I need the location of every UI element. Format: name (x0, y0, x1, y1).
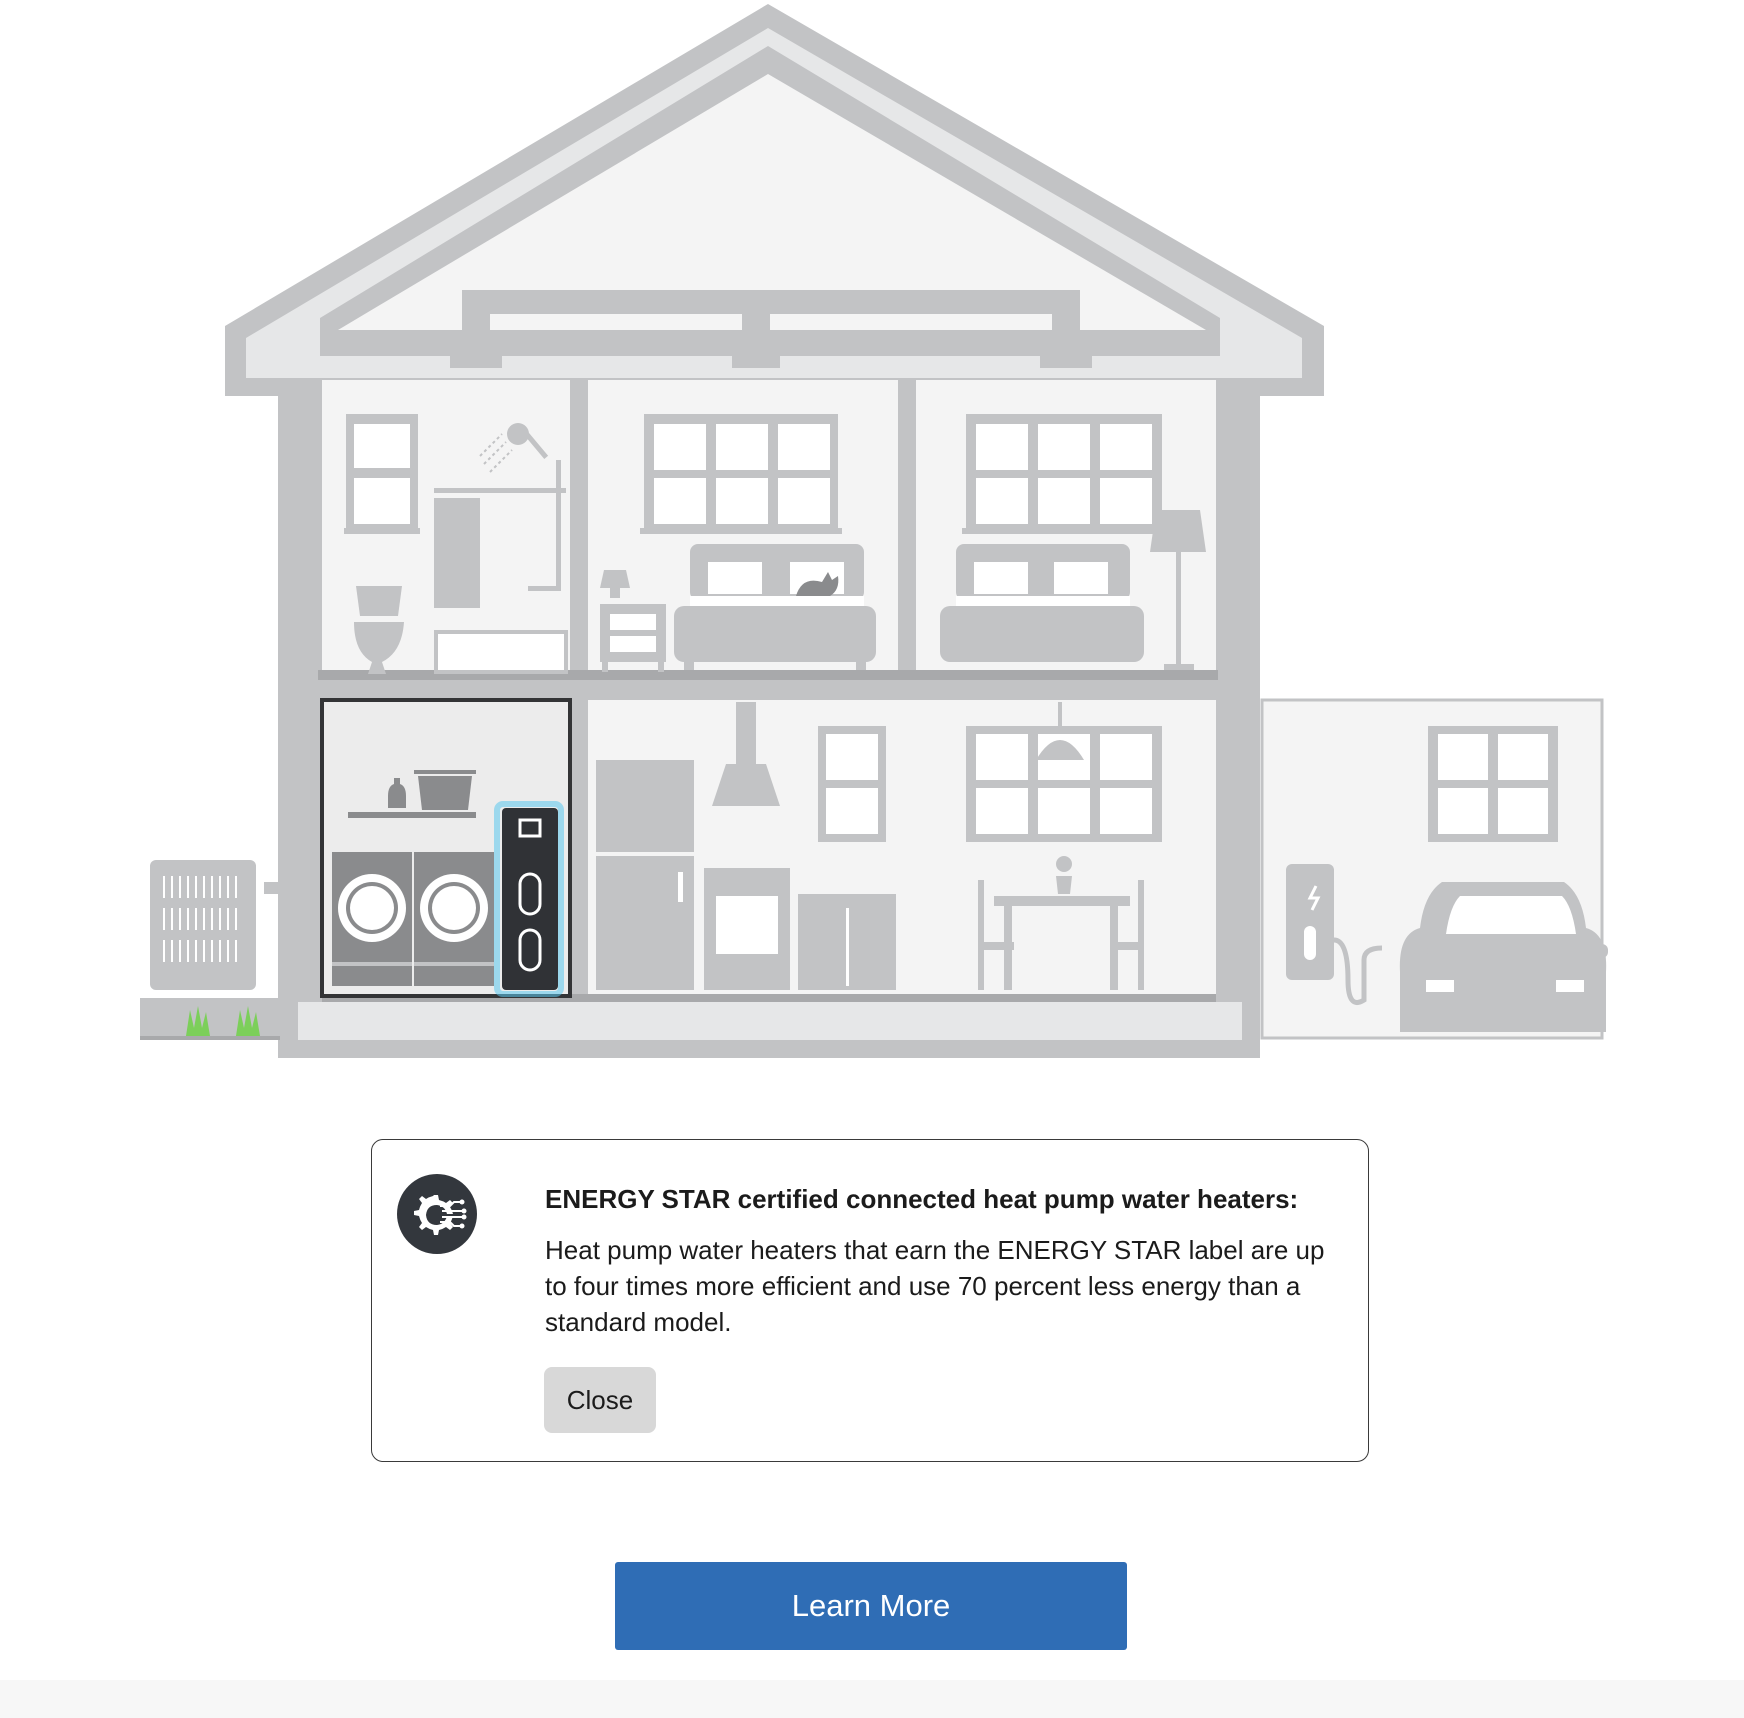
nightstand-icon (600, 604, 666, 672)
refrigerator-icon (596, 760, 694, 990)
washer-icon (332, 852, 412, 986)
water-heater-icon (494, 801, 564, 997)
outdoor-heat-pump (140, 860, 282, 1040)
bed-icon (674, 544, 876, 670)
laundry-basket-icon (414, 770, 476, 810)
page: ENERGY STAR certified connected heat pum… (0, 0, 1744, 1718)
dryer-icon (414, 852, 494, 986)
panel-body: Heat pump water heaters that earn the EN… (545, 1235, 1325, 1337)
cabinet-icon (798, 894, 896, 990)
heat-pump-unit-icon (150, 860, 256, 990)
smart-gear-circuit-icon (397, 1174, 477, 1254)
bed-icon (940, 544, 1144, 662)
panel-title: ENERGY STAR certified connected heat pum… (545, 1184, 1299, 1214)
info-panel: ENERGY STAR certified connected heat pum… (371, 1139, 1369, 1462)
garage (1260, 698, 1608, 1040)
close-button[interactable]: Close (544, 1367, 656, 1433)
page-footer-band (0, 1680, 1744, 1718)
car-icon (1399, 882, 1608, 1032)
learn-more-button[interactable]: Learn More (615, 1562, 1127, 1650)
house-illustration (140, 4, 1608, 1058)
bathtub-icon (434, 630, 568, 674)
stove-icon (704, 868, 790, 990)
roof (225, 4, 1324, 396)
